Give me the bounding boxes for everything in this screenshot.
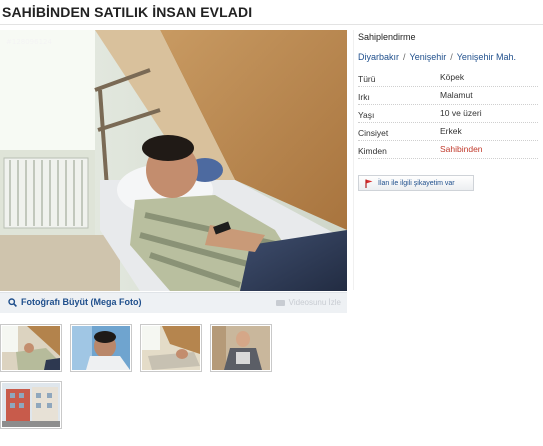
location-breadcrumb: Diyarbakır / Yenişehir / Yenişehir Mah. (358, 52, 516, 62)
attribute-key: Türü (358, 74, 376, 84)
thumbnail-4[interactable] (210, 324, 272, 372)
listing-title: SAHİBİNDEN SATILIK İNSAN EVLADI (2, 4, 253, 20)
photo-toolbar: Fotoğrafı Büyüt (Mega Foto) Videosunu İz… (0, 292, 347, 313)
attribute-value: 10 ve üzeri (440, 108, 482, 118)
video-camera-icon (275, 299, 285, 306)
thumbnail-1[interactable] (0, 324, 62, 372)
photo-id: #128096124 (6, 38, 52, 46)
zoom-photo-link[interactable]: Fotoğrafı Büyüt (Mega Foto) (8, 297, 141, 307)
attribute-row-gender: Cinsiyet Erkek (358, 122, 538, 141)
attribute-value: Sahibinden (440, 144, 483, 154)
location-neighborhood-link[interactable]: Yenişehir Mah. (457, 52, 516, 62)
main-photo-image (0, 30, 347, 291)
category-label: Sahiplendirme (358, 32, 416, 42)
attribute-key: Kimden (358, 146, 387, 156)
thumbnail-4-image (212, 326, 270, 370)
main-photo[interactable]: #128096124 (0, 30, 347, 291)
attribute-key: Cinsiyet (358, 128, 389, 138)
location-city-link[interactable]: Diyarbakır (358, 52, 399, 62)
attribute-key: Irkı (358, 92, 370, 102)
thumbnail-1-image (2, 326, 60, 370)
breadcrumb-separator: / (450, 52, 453, 62)
attribute-row-breed: Irkı Malamut (358, 86, 538, 105)
column-divider (353, 30, 354, 290)
attribute-row-type: Türü Köpek (358, 68, 538, 87)
report-listing-button[interactable]: İlan ile ilgili şikayetim var (358, 175, 474, 191)
zoom-photo-label: Fotoğrafı Büyüt (Mega Foto) (21, 297, 142, 307)
thumbnail-2[interactable] (70, 324, 132, 372)
magnifier-icon (8, 297, 17, 307)
attribute-value: Erkek (440, 126, 462, 136)
report-listing-label: İlan ile ilgili şikayetim var (378, 179, 455, 187)
breadcrumb-separator: / (403, 52, 406, 62)
thumbnail-5[interactable] (0, 381, 62, 429)
video-link[interactable]: Videosunu İzle (275, 298, 341, 307)
thumbnail-3-image (142, 326, 200, 370)
title-divider (0, 24, 543, 25)
thumbnail-2-image (72, 326, 130, 370)
video-label: Videosunu İzle (288, 298, 341, 307)
attribute-row-seller: Kimden Sahibinden (358, 140, 538, 159)
flag-icon (365, 179, 373, 188)
attribute-value: Malamut (440, 90, 473, 100)
attribute-row-age: Yaşı 10 ve üzeri (358, 104, 538, 123)
thumbnail-3[interactable] (140, 324, 202, 372)
attribute-key: Yaşı (358, 110, 375, 120)
thumbnail-5-image (2, 383, 60, 427)
location-district-link[interactable]: Yenişehir (410, 52, 447, 62)
attribute-value: Köpek (440, 72, 465, 82)
